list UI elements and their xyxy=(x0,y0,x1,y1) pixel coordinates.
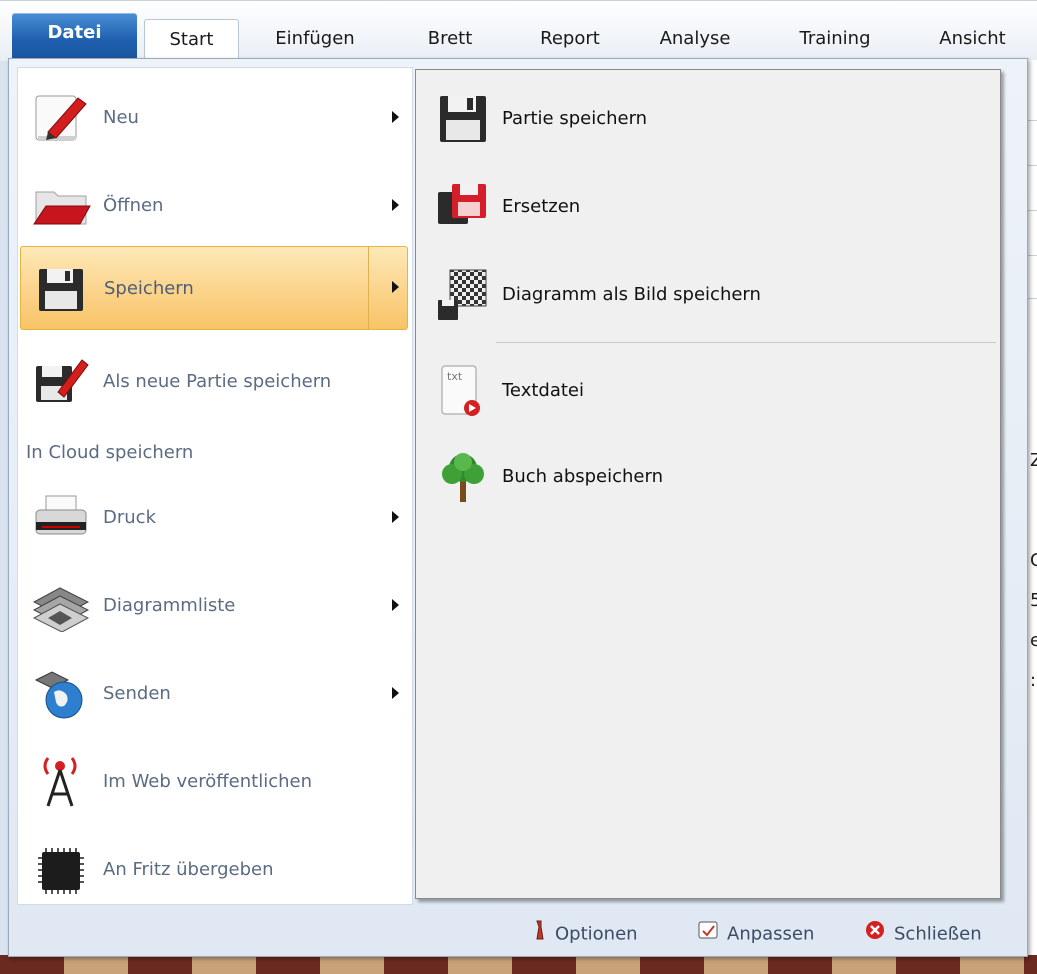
wrench-icon xyxy=(529,919,547,950)
chip-icon xyxy=(30,844,92,896)
submenu-item-label: Textdatei xyxy=(502,380,584,401)
menu-item-label: Druck xyxy=(103,507,156,528)
submenu-item-buch[interactable]: Buch abspeichern xyxy=(426,442,986,512)
broadcast-tower-icon xyxy=(30,756,92,808)
tab-datei[interactable]: Datei xyxy=(12,13,137,59)
submenu-item-label: Partie speichern xyxy=(502,108,648,129)
submenu-item-label: Ersetzen xyxy=(502,196,581,217)
ribbon-bar: Datei Start Einfügen Brett Report Analys… xyxy=(0,0,1037,61)
file-menu: Neu Öffnen Speichern Als neue Partie spe… xyxy=(8,58,1028,957)
submenu-arrow-icon[interactable] xyxy=(392,281,399,293)
options-label: Optionen xyxy=(555,923,638,945)
floppy-disk-icon xyxy=(434,92,490,146)
background-text: e: xyxy=(1030,630,1037,651)
menu-item-label: Neu xyxy=(103,107,139,128)
chessboard-stack-icon xyxy=(30,580,92,633)
submenu-item-label: Buch abspeichern xyxy=(502,466,663,487)
tab-report[interactable]: Report xyxy=(515,19,625,55)
background-text: 5 xyxy=(1030,590,1037,611)
menu-item-label: Als neue Partie speichern xyxy=(103,371,332,392)
folder-open-icon xyxy=(30,180,92,232)
submenu-pane: Partie speichern Ersetzen Diagramm als B… xyxy=(415,69,1001,899)
close-button[interactable]: Schließen xyxy=(864,919,982,947)
menu-item-druck[interactable]: Druck xyxy=(20,476,408,560)
chessboard-strip xyxy=(0,955,1037,974)
submenu-arrow-icon xyxy=(392,199,399,211)
submenu-arrow-icon xyxy=(392,511,399,523)
menu-item-label: An Fritz übergeben xyxy=(103,859,274,880)
options-button[interactable]: Optionen xyxy=(529,919,638,947)
menu-item-als-neue-partie[interactable]: Als neue Partie speichern xyxy=(20,340,408,424)
menu-item-diagrammliste[interactable]: Diagrammliste xyxy=(20,564,408,648)
submenu-arrow-icon xyxy=(392,687,399,699)
menu-item-label: Diagrammliste xyxy=(103,595,236,616)
tab-einfuegen[interactable]: Einfügen xyxy=(250,19,380,55)
board-image-icon xyxy=(434,268,490,322)
submenu-separator xyxy=(496,342,996,343)
save-as-icon xyxy=(30,356,92,408)
submenu-item-label: Diagramm als Bild speichern xyxy=(502,284,761,305)
customize-label: Anpassen xyxy=(727,923,815,945)
close-label: Schließen xyxy=(894,923,982,945)
menu-item-label: Senden xyxy=(103,683,171,704)
background-text: Z xyxy=(1030,450,1037,471)
tab-training[interactable]: Training xyxy=(770,19,900,55)
tab-start[interactable]: Start xyxy=(144,19,239,60)
menu-item-label: Öffnen xyxy=(103,195,164,216)
floppy-disk-icon xyxy=(31,263,93,315)
menu-left-pane: Neu Öffnen Speichern Als neue Partie spe… xyxy=(17,67,413,905)
globe-icon xyxy=(30,668,92,720)
tab-brett[interactable]: Brett xyxy=(400,19,500,55)
section-label-cloud[interactable]: In Cloud speichern xyxy=(26,442,193,463)
submenu-item-partie-speichern[interactable]: Partie speichern xyxy=(426,84,986,154)
background-text: C xyxy=(1030,550,1037,571)
menu-item-senden[interactable]: Senden xyxy=(20,652,408,736)
split-divider xyxy=(368,247,369,329)
submenu-arrow-icon xyxy=(392,111,399,123)
submenu-item-ersetzen[interactable]: Ersetzen xyxy=(426,172,986,242)
submenu-item-textdatei[interactable]: txt Textdatei xyxy=(426,356,986,426)
new-document-icon xyxy=(30,92,92,144)
submenu-arrow-icon xyxy=(392,599,399,611)
menu-item-speichern[interactable]: Speichern xyxy=(20,246,408,330)
replace-icon xyxy=(434,180,490,234)
customize-button[interactable]: Anpassen xyxy=(697,919,814,947)
printer-icon xyxy=(30,492,92,544)
background-text: :5 xyxy=(1030,670,1037,691)
close-icon xyxy=(864,919,886,950)
tab-analyse[interactable]: Analyse xyxy=(640,19,750,55)
menu-item-label: Im Web veröffentlichen xyxy=(103,771,313,792)
submenu-item-diagramm-bild[interactable]: Diagramm als Bild speichern xyxy=(426,260,986,330)
text-file-icon: txt xyxy=(434,364,490,418)
menu-item-oeffnen[interactable]: Öffnen xyxy=(20,164,408,248)
menu-item-label: Speichern xyxy=(104,278,194,299)
menu-item-im-web[interactable]: Im Web veröffentlichen xyxy=(20,740,408,824)
tree-icon xyxy=(434,450,490,504)
menu-item-neu[interactable]: Neu xyxy=(20,76,408,160)
menu-item-an-fritz[interactable]: An Fritz übergeben xyxy=(20,828,408,912)
customize-icon xyxy=(697,919,719,950)
tab-ansicht[interactable]: Ansicht xyxy=(915,19,1030,55)
svg-text:txt: txt xyxy=(447,370,463,383)
